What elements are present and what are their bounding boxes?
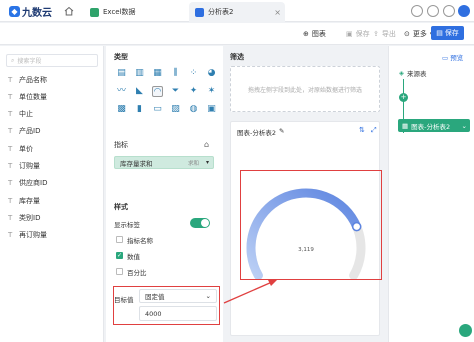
field-item[interactable]: T 再订购量 <box>8 229 47 242</box>
chart-type-pie-icon[interactable]: ◕ <box>206 68 217 79</box>
style-label: 样式 <box>114 203 128 211</box>
search-input[interactable]: ⌕ 搜索字段 <box>6 54 98 67</box>
field-item[interactable]: T 单价 <box>8 142 33 155</box>
field-item[interactable]: T 类别ID <box>8 211 40 224</box>
chart-type-funnel-icon[interactable]: ⏷ <box>170 86 181 97</box>
field-item[interactable]: T 供应商ID <box>8 177 47 190</box>
logo: ◆ 九数云 <box>9 4 52 19</box>
field-item[interactable]: T 库存量 <box>8 194 40 207</box>
indicator-label: 指标 <box>114 141 128 149</box>
field-item[interactable]: T 产品名称 <box>8 73 47 86</box>
chart-node-icon: ▦ <box>402 121 409 130</box>
source-node[interactable]: ◈ 来源表 <box>399 66 427 79</box>
more-button[interactable]: ⊙更多▾ <box>404 28 433 40</box>
chart-type-heatmap-icon[interactable]: ▨ <box>170 104 181 115</box>
chart-type-map-icon[interactable]: ✦ <box>188 86 199 97</box>
save-button[interactable]: ▤ 保存 <box>431 26 464 40</box>
search-icon: ⌕ <box>11 56 15 64</box>
text-type-icon: T <box>8 92 13 101</box>
excel-icon <box>90 7 99 17</box>
chart-type-scatter-icon[interactable]: ⁘ <box>188 68 199 79</box>
filter-dropzone[interactable]: 拖拽左侧字段到此处，对原始数据进行筛选 <box>230 66 380 112</box>
save-icon: ▤ <box>436 29 443 37</box>
filter-title: 筛选 <box>230 53 244 61</box>
bell-icon[interactable] <box>427 5 439 17</box>
analysis-icon <box>195 7 204 17</box>
opt-value[interactable]: ✓ 数值 <box>116 250 140 261</box>
chart-type-radar-icon[interactable]: ✶ <box>206 86 217 97</box>
add-icon: ⊕ <box>303 30 309 38</box>
chart-type-gauge-icon[interactable]: ◠ <box>152 86 163 97</box>
chart-type-line-icon[interactable]: 〰 <box>116 86 127 97</box>
chevron-down-icon: ⌄ <box>461 121 467 130</box>
field-item[interactable]: T 产品ID <box>8 125 40 138</box>
more-icon: ⊙ <box>404 30 410 38</box>
indicator-chip[interactable]: 库存量求和 求和 ▾ <box>114 156 214 169</box>
opt-indicator-name[interactable]: 指标名称 <box>116 234 153 245</box>
field-panel: ⌕ 搜索字段 T 产品名称 T 单位数量 T 中止 T 产品ID T 单价 T 订购量 T 供应商ID T 库… <box>0 46 104 342</box>
avatar[interactable] <box>458 5 470 17</box>
help-icon[interactable] <box>411 5 423 17</box>
add-step-icon[interactable]: + <box>399 93 408 102</box>
target-highlight-box <box>113 286 220 325</box>
save-template-button[interactable]: ▣ 保存 <box>346 28 370 40</box>
preview-button[interactable]: ▭ 预览 <box>442 52 463 62</box>
chevron-down-icon: ▾ <box>205 159 209 166</box>
tab-analysis[interactable]: 分析表2 × <box>189 2 285 22</box>
text-type-icon: T <box>8 127 13 136</box>
export-button[interactable]: ⇪ 导出 <box>373 28 396 40</box>
chart-type-column-icon[interactable]: ▦ <box>152 68 163 79</box>
close-icon[interactable]: × <box>274 8 281 17</box>
field-item[interactable]: T 单位数量 <box>8 90 47 103</box>
settings-icon[interactable] <box>443 5 455 17</box>
expand-icon[interactable]: ⤢ <box>371 126 377 135</box>
text-type-icon: T <box>8 179 13 188</box>
logo-text: 九数云 <box>22 7 52 19</box>
top-bar: ◆ 九数云 Excel数据 分析表2 × <box>0 0 474 22</box>
chart-type-wordcloud-icon[interactable]: ◍ <box>188 104 199 115</box>
export-icon: ⇪ <box>373 30 379 38</box>
template-icon: ▣ <box>346 30 353 38</box>
text-type-icon: T <box>8 231 13 240</box>
type-label: 类型 <box>114 53 128 61</box>
chart-type-combo-icon[interactable]: ⫼ <box>170 68 181 79</box>
text-type-icon: T <box>8 75 13 84</box>
text-type-icon: T <box>8 196 13 205</box>
config-panel: 类型 ▤ ▥ ▦ ⫼ ⁘ ◕ 〰 ◣ ◠ ⏷ ✦ ✶ ▩ ▮ ▭ ▨ ◍ ▣ 指标 ⌂ 库存量求和 求和 ▾ 样式… <box>106 46 223 342</box>
field-item[interactable]: T 订购量 <box>8 160 40 173</box>
chart-type-bar-icon[interactable]: ▥ <box>134 68 145 79</box>
field-item[interactable]: T 中止 <box>8 108 33 121</box>
chat-icon[interactable] <box>459 324 472 337</box>
chart-type-kpi-icon[interactable]: ▮ <box>134 104 145 115</box>
chart-type-treemap-icon[interactable]: ▩ <box>116 104 127 115</box>
sort-icon[interactable]: ⇅ <box>359 126 365 134</box>
source-icon: ◈ <box>399 68 404 77</box>
lock-icon[interactable]: ⌂ <box>204 140 209 149</box>
show-label-text: 显示标签 <box>114 220 140 229</box>
toolbar: ⊕图表 ▣保存 ⇪导出 ⊙更多▾ <box>0 23 474 45</box>
text-type-icon: T <box>8 144 13 153</box>
chart-type-table-icon[interactable]: ▤ <box>116 68 127 79</box>
text-type-icon: T <box>8 213 13 222</box>
chart-type-pivot-icon[interactable]: ▣ <box>206 104 217 115</box>
home-icon[interactable] <box>63 5 75 17</box>
tab-excel[interactable]: Excel数据 <box>84 2 180 22</box>
opt-percent[interactable]: 百分比 <box>116 266 147 277</box>
chart-type-area-icon[interactable]: ◣ <box>134 86 145 97</box>
preview-icon: ▭ <box>442 54 449 62</box>
text-type-icon: T <box>8 110 13 119</box>
show-label-toggle[interactable] <box>190 218 210 228</box>
chart-type-stacked-icon[interactable]: ▭ <box>152 104 163 115</box>
flow-panel: ▭ 预览 ◈ 来源表 + ▦ 图表-分析表2 ⌄ <box>388 46 474 342</box>
chart-node[interactable]: ▦ 图表-分析表2 ⌄ <box>398 119 470 132</box>
text-type-icon: T <box>8 162 13 170</box>
canvas: 筛选 拖拽左侧字段到此处，对原始数据进行筛选 图表-分析表2 ✎ ⇅ ⤢ 3,11… <box>224 46 386 342</box>
chart-highlight-box <box>240 170 382 280</box>
chart-button[interactable]: ⊕ 图表 <box>303 28 326 40</box>
